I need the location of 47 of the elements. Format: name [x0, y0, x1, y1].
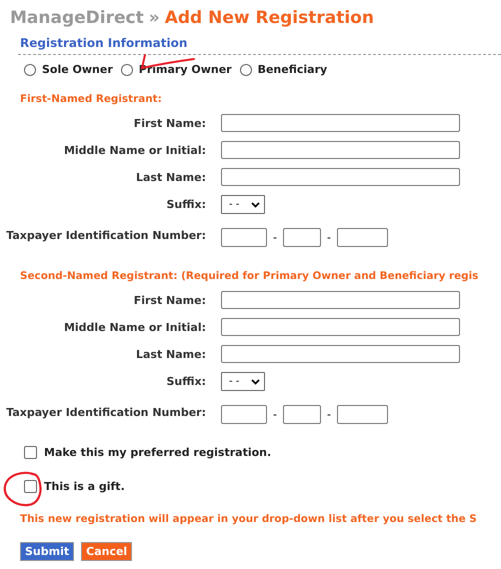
- checkbox-label[interactable]: This is a gift.: [44, 480, 125, 493]
- field-label: Middle Name or Initial:: [62, 320, 206, 334]
- field-label: Middle Name or Initial:: [62, 144, 206, 156]
- checkbox-label[interactable]: Make this my preferred registration.: [44, 446, 272, 459]
- tin-separator: -: [273, 231, 277, 244]
- text-input[interactable]: [221, 291, 460, 309]
- checkbox[interactable]: [24, 446, 37, 459]
- field-label: Suffix:: [165, 198, 206, 211]
- tin-separator: -: [326, 231, 331, 244]
- text-input[interactable]: [221, 114, 460, 132]
- tin-input[interactable]: [282, 405, 321, 424]
- radio-label[interactable]: Beneficiary: [258, 63, 328, 76]
- radio-button[interactable]: [240, 64, 252, 76]
- page-title: Add New Registration: [164, 8, 374, 28]
- radio-label[interactable]: Sole Owner: [42, 63, 113, 76]
- checkbox[interactable]: [24, 480, 37, 493]
- submit-button[interactable]: Submit: [20, 542, 74, 561]
- section-title: Registration Information: [20, 36, 188, 50]
- tin-input[interactable]: [221, 228, 267, 247]
- field-label: First Name:: [132, 116, 206, 130]
- section-heading: Second-Named Registrant: (Required for Primary Owner and Beneficiary regis: [19, 269, 480, 284]
- tin-input[interactable]: [336, 228, 388, 247]
- text-input[interactable]: [221, 168, 460, 186]
- breadcrumb-separator: »: [148, 8, 160, 28]
- text-input[interactable]: [221, 318, 460, 336]
- radio-button[interactable]: [24, 64, 36, 76]
- field-label: First Name:: [132, 294, 206, 306]
- radio-button[interactable]: [120, 64, 133, 76]
- text-input[interactable]: [221, 141, 460, 159]
- chevron-down-icon: [251, 378, 260, 384]
- tin-input[interactable]: [336, 405, 388, 424]
- chevron-down-icon: [251, 202, 260, 208]
- section-heading: First-Named Registrant:: [19, 92, 163, 107]
- text-input[interactable]: [221, 345, 460, 363]
- tin-input[interactable]: [282, 228, 321, 247]
- field-label: Taxpayer Identification Number:: [5, 406, 206, 418]
- suffix-dropdown[interactable]: - -: [221, 195, 265, 214]
- field-label: Taxpayer Identification Number:: [5, 228, 206, 242]
- tin-separator: -: [326, 408, 331, 421]
- field-label: Last Name:: [134, 348, 206, 360]
- circle-annotation: [4, 472, 42, 506]
- field-label: Suffix:: [165, 375, 206, 388]
- tin-separator: -: [273, 408, 277, 421]
- tin-input[interactable]: [221, 405, 267, 424]
- suffix-dropdown[interactable]: - -: [221, 372, 265, 391]
- field-label: Last Name:: [134, 170, 206, 184]
- notice-text: This new registration will appear in your drop-down list after you select the S: [20, 513, 477, 525]
